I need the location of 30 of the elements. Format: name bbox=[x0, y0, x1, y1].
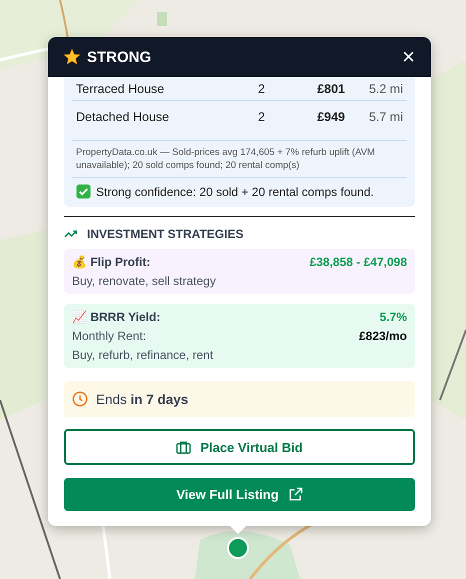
table-cell-text: £801 bbox=[316, 82, 345, 96]
external-link-icon bbox=[288, 487, 303, 502]
table-cell-text: 5.2 mi bbox=[368, 82, 403, 96]
table-cell-text: 2 bbox=[258, 110, 266, 124]
table-cell-text: 5.7 mi bbox=[368, 110, 403, 124]
star-icon bbox=[63, 48, 81, 66]
trend-icon bbox=[64, 229, 79, 239]
table-cell-text: Detached House bbox=[76, 110, 170, 124]
popup-title: STRONG bbox=[87, 48, 152, 66]
strategy-value: 5.7% bbox=[380, 310, 407, 324]
table-cell-text: 2 bbox=[258, 82, 266, 96]
source-note: PropertyData.co.uk — Sold-prices avg 174,605 + 7% refurb uplift (AVM unavailable); 20 sold comps found; 20 rental comp(s) bbox=[72, 140, 407, 178]
rent-label: Monthly Rent: bbox=[72, 329, 146, 343]
briefcase-icon bbox=[176, 440, 192, 454]
strategy-name: 💰 Flip Profit: bbox=[72, 255, 150, 269]
strategy-value: £38,858 - £47,098 bbox=[310, 255, 407, 269]
strategy-name: 📈 BRRR Yield: bbox=[72, 310, 160, 324]
clock-icon bbox=[72, 391, 88, 407]
close-button[interactable]: × bbox=[402, 46, 415, 68]
place-bid-button[interactable]: Place Virtual Bid bbox=[64, 429, 415, 465]
view-listing-button[interactable]: View Full Listing bbox=[64, 478, 415, 511]
strategy-description: Buy, renovate, sell strategy bbox=[72, 274, 217, 288]
confidence-text: Strong confidence: 20 sold + 20 rental comps found. bbox=[96, 184, 374, 198]
rent-value: £823/mo bbox=[358, 329, 407, 343]
table-cell-text: £949 bbox=[316, 110, 345, 124]
strategy-description: Buy, refurb, refinance, rent bbox=[72, 348, 214, 362]
check-icon bbox=[76, 184, 91, 199]
ends-text: Ends in 7 days bbox=[96, 392, 188, 406]
section-heading: INVESTMENT STRATEGIES bbox=[87, 227, 244, 241]
table-cell-text: Terraced House bbox=[76, 82, 166, 96]
